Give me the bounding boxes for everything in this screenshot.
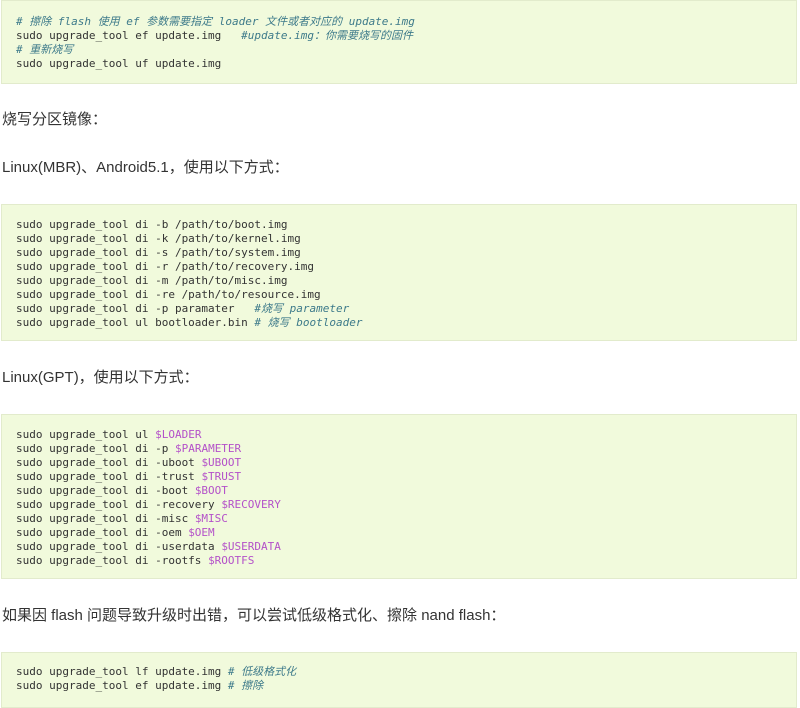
code-line: sudo upgrade_tool di -recovery $RECOVERY	[16, 498, 796, 512]
code-text: sudo upgrade_tool ef update.img	[16, 679, 228, 692]
code-variable: $UBOOT	[201, 456, 242, 469]
code-variable: $OEM	[188, 526, 215, 539]
paragraph-flash-error-format: 如果因 flash 问题导致升级时出错，可以尝试低级格式化、擦除 nand fl…	[2, 607, 506, 624]
paragraph-linux-mbr-android: Linux(MBR)、Android5.1，使用以下方式：	[2, 159, 289, 176]
code-text: sudo upgrade_tool di -misc	[16, 512, 195, 525]
code-comment: # 烧写 bootloader	[254, 316, 363, 329]
code-text: sudo upgrade_tool di -userdata	[16, 540, 222, 553]
code-line: sudo upgrade_tool uf update.img	[16, 57, 796, 71]
code-variable: $BOOT	[194, 484, 228, 497]
code-line: sudo upgrade_tool ul $LOADER	[16, 428, 796, 442]
code-line: sudo upgrade_tool di -s /path/to/system.…	[16, 246, 796, 260]
code-line: sudo upgrade_tool ul bootloader.bin # 烧写…	[16, 316, 796, 330]
code-text: sudo upgrade_tool di -recovery	[16, 498, 222, 511]
code-line: sudo upgrade_tool ef update.img # 擦除	[16, 679, 796, 693]
code-text: sudo upgrade_tool di -re /path/to/resour…	[16, 288, 321, 301]
code-line: sudo upgrade_tool di -p paramater #烧写 pa…	[16, 302, 796, 316]
code-line: sudo upgrade_tool di -re /path/to/resour…	[16, 288, 796, 302]
code-variable: $PARAMETER	[174, 442, 242, 455]
code-comment: # 擦除 flash 使用 ef 参数需要指定 loader 文件或者对应的 u…	[16, 15, 415, 28]
code-line: sudo upgrade_tool di -k /path/to/kernel.…	[16, 232, 796, 246]
code-variable: $MISC	[194, 512, 228, 525]
code-line: sudo upgrade_tool di -boot $BOOT	[16, 484, 796, 498]
code-line: sudo upgrade_tool di -uboot $UBOOT	[16, 456, 796, 470]
code-text: sudo upgrade_tool di -uboot	[16, 456, 202, 469]
code-line: sudo upgrade_tool di -p $PARAMETER	[16, 442, 796, 456]
code-comment: # 擦除	[227, 679, 264, 692]
code-text: sudo upgrade_tool di -p	[16, 442, 175, 455]
code-line: # 擦除 flash 使用 ef 参数需要指定 loader 文件或者对应的 u…	[16, 15, 796, 29]
code-line: sudo upgrade_tool ef update.img #update.…	[16, 29, 796, 43]
code-text: sudo upgrade_tool di -trust	[16, 470, 202, 483]
code-text: sudo upgrade_tool ul bootloader.bin	[16, 316, 255, 329]
code-comment: #update.img：你需要烧写的固件	[241, 29, 414, 42]
paragraph-linux-gpt: Linux(GPT)，使用以下方式：	[2, 369, 199, 386]
code-text: sudo upgrade_tool ul	[16, 428, 156, 441]
code-line: sudo upgrade_tool di -r /path/to/recover…	[16, 260, 796, 274]
code-comment: # 重新烧写	[16, 43, 74, 56]
code-text: sudo upgrade_tool di -r /path/to/recover…	[16, 260, 315, 273]
code-block-gpt-commands: sudo upgrade_tool ul $LOADER sudo upgrade…	[1, 414, 797, 579]
code-variable: $USERDATA	[221, 540, 281, 553]
code-line: sudo upgrade_tool di -b /path/to/boot.im…	[16, 218, 796, 232]
paragraph-flash-partition-images: 烧写分区镜像：	[2, 111, 108, 128]
code-text: sudo upgrade_tool di -rootfs	[16, 554, 209, 567]
code-line: sudo upgrade_tool di -trust $TRUST	[16, 470, 796, 484]
code-text: sudo upgrade_tool di -boot	[16, 484, 195, 497]
code-block-mbr-commands: sudo upgrade_tool di -b /path/to/boot.im…	[1, 204, 797, 341]
code-line: sudo upgrade_tool di -userdata $USERDATA	[16, 540, 796, 554]
code-block-erase-flash: # 擦除 flash 使用 ef 参数需要指定 loader 文件或者对应的 u…	[1, 0, 797, 84]
code-line: # 重新烧写	[16, 43, 796, 57]
code-line: sudo upgrade_tool di -oem $OEM	[16, 526, 796, 540]
code-text: sudo upgrade_tool lf update.img	[16, 665, 228, 678]
code-text: sudo upgrade_tool di -p paramater	[16, 302, 255, 315]
code-text: sudo upgrade_tool di -b /path/to/boot.im…	[16, 218, 288, 231]
code-comment: # 低级格式化	[227, 665, 297, 678]
code-line: sudo upgrade_tool di -m /path/to/misc.im…	[16, 274, 796, 288]
code-block-low-level-format: sudo upgrade_tool lf update.img # 低级格式化 s…	[1, 652, 797, 708]
code-text: sudo upgrade_tool di -m /path/to/misc.im…	[16, 274, 288, 287]
code-line: sudo upgrade_tool di -misc $MISC	[16, 512, 796, 526]
code-text: sudo upgrade_tool di -k /path/to/kernel.…	[16, 232, 301, 245]
code-comment: #烧写 parameter	[254, 302, 350, 315]
code-text: sudo upgrade_tool di -oem	[16, 526, 189, 539]
code-variable: $TRUST	[201, 470, 242, 483]
code-text: sudo upgrade_tool di -s /path/to/system.…	[16, 246, 301, 259]
code-line: sudo upgrade_tool di -rootfs $ROOTFS	[16, 554, 796, 568]
code-text: sudo upgrade_tool uf update.img	[16, 57, 222, 70]
code-variable: $ROOTFS	[208, 554, 255, 567]
code-text: sudo upgrade_tool ef update.img	[16, 29, 242, 42]
code-line: sudo upgrade_tool lf update.img # 低级格式化	[16, 665, 796, 679]
code-variable: $LOADER	[155, 428, 202, 441]
code-variable: $RECOVERY	[221, 498, 281, 511]
